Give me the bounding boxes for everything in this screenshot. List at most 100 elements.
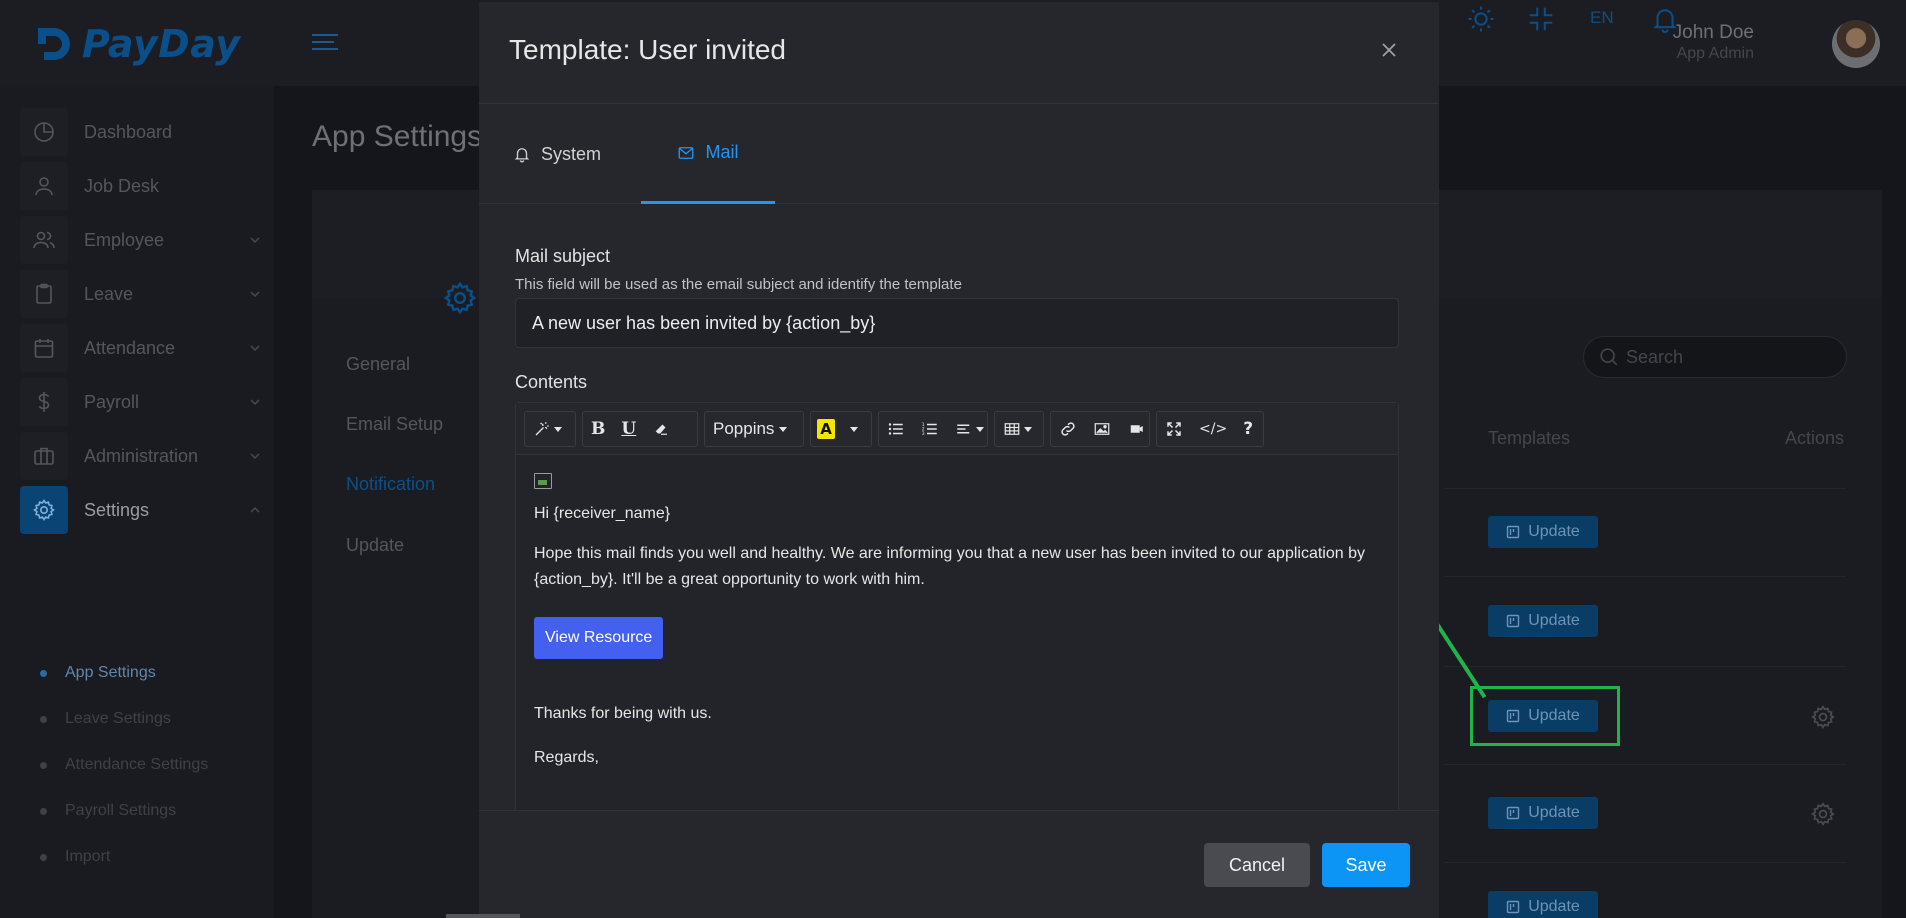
settings-gear-icon[interactable] <box>1810 801 1836 827</box>
update-button[interactable]: Update <box>1488 891 1598 918</box>
sidebar-item-attendance[interactable]: Attendance <box>20 324 270 372</box>
highlight-color-icon[interactable]: A <box>811 412 841 446</box>
view-group: </> ? <box>1156 411 1264 447</box>
settings-nav-email-setup[interactable]: Email Setup <box>346 414 443 435</box>
insert-group <box>1050 411 1150 447</box>
collapse-icon[interactable] <box>1526 4 1556 34</box>
settings-nav-notification[interactable]: Notification <box>346 474 435 495</box>
save-button[interactable]: Save <box>1322 843 1410 887</box>
settings-nav-general[interactable]: General <box>346 354 410 375</box>
avatar[interactable] <box>1832 20 1880 68</box>
sidebar-item-leave[interactable]: Leave <box>20 270 270 318</box>
submenu-item-label: Payroll Settings <box>65 802 177 819</box>
view-resource-button[interactable]: View Resource <box>534 617 664 659</box>
sidebar-item-settings[interactable]: Settings <box>20 486 270 534</box>
sidebar-item-employee[interactable]: Employee <box>20 216 270 264</box>
sidebar-item-payroll[interactable]: Payroll <box>20 378 270 426</box>
brand-name: PayDay <box>82 22 241 66</box>
broken-image-icon <box>534 473 552 489</box>
tab-label: System <box>541 143 602 164</box>
link-icon[interactable] <box>1051 412 1085 446</box>
chevron-down-icon <box>250 399 260 406</box>
settings-gear-icon[interactable] <box>1810 704 1836 730</box>
menu-toggle-icon[interactable] <box>312 34 338 54</box>
table-icon[interactable] <box>995 412 1040 446</box>
cancel-button[interactable]: Cancel <box>1204 843 1310 887</box>
mail-regards: Regards, <box>534 749 599 766</box>
search-icon <box>1600 348 1618 366</box>
chevron-down-icon <box>250 345 260 352</box>
submenu-item-app-settings[interactable]: App Settings <box>40 650 208 696</box>
help-icon[interactable]: ? <box>1235 412 1261 446</box>
table-row-divider <box>1444 576 1846 577</box>
sun-icon[interactable] <box>1466 4 1496 34</box>
briefcase-icon <box>20 432 68 480</box>
image-icon[interactable] <box>1085 412 1119 446</box>
modal-title: Template: User invited <box>509 34 787 65</box>
tab-system[interactable]: System <box>513 104 623 204</box>
settings-submenu: App Settings Leave Settings Attendance S… <box>40 650 208 880</box>
mail-greeting: Hi {receiver_name} <box>534 505 671 522</box>
magic-wand-icon[interactable] <box>525 412 570 446</box>
sidebar-item-label: Attendance <box>84 337 176 358</box>
eraser-icon[interactable] <box>644 412 678 446</box>
sidebar-item-label: Job Desk <box>84 175 160 196</box>
horizontal-scrollbar[interactable] <box>446 914 520 918</box>
sidebar-item-label: Dashboard <box>84 121 173 142</box>
svg-text:3: 3 <box>922 431 925 437</box>
submenu-item-attendance-settings[interactable]: Attendance Settings <box>40 742 208 788</box>
update-button[interactable]: Update <box>1488 516 1598 548</box>
fullscreen-icon[interactable] <box>1157 412 1191 446</box>
color-caret-icon[interactable] <box>841 412 864 446</box>
user-name[interactable]: John Doe <box>1673 22 1754 44</box>
sidebar-item-job-desk[interactable]: Job Desk <box>20 162 270 210</box>
update-button[interactable]: Update <box>1488 605 1598 637</box>
close-icon[interactable] <box>1379 40 1399 60</box>
column-header-actions: Actions <box>1785 428 1845 448</box>
chevron-down-icon <box>250 237 260 244</box>
annotation-highlight-box <box>1470 686 1620 746</box>
code-view-icon[interactable]: </> <box>1191 412 1235 446</box>
sidebar-item-dashboard[interactable]: Dashboard <box>20 108 270 156</box>
app-root: PayDay EN John Doe App Admin Dashboard J… <box>0 0 1906 918</box>
bell-icon <box>514 148 530 163</box>
sidebar-item-label: Settings <box>84 499 150 520</box>
video-icon[interactable] <box>1119 412 1153 446</box>
editor-content[interactable]: Hi {receiver_name} Hope this mail finds … <box>516 455 1398 803</box>
sidebar-item-label: Administration <box>84 445 199 466</box>
update-button-label: Update <box>1528 804 1580 821</box>
font-family-dropdown[interactable]: Poppins <box>704 411 804 447</box>
sidebar-item-label: Leave <box>84 283 134 304</box>
table-row-divider <box>1444 764 1846 765</box>
settings-nav-update[interactable]: Update <box>346 535 404 556</box>
mail-thanks: Thanks for being with us. <box>534 705 712 722</box>
users-icon <box>20 216 68 264</box>
underline-icon[interactable]: U <box>613 412 644 446</box>
update-button[interactable]: Update <box>1488 797 1598 829</box>
mail-subject-label: Mail subject <box>515 246 611 266</box>
app-logo[interactable]: PayDay <box>32 22 240 66</box>
submenu-item-payroll-settings[interactable]: Payroll Settings <box>40 788 208 834</box>
gear-icon <box>20 486 68 534</box>
template-icon <box>1507 806 1520 820</box>
editor-toolbar: B U Poppins A 1 2 3 </> ? <box>516 403 1398 455</box>
bullet-list-icon[interactable] <box>879 412 913 446</box>
bullet-dot <box>40 761 47 769</box>
chevron-down-icon <box>250 453 260 460</box>
contents-label: Contents <box>515 372 588 392</box>
submenu-item-label: Attendance Settings <box>65 756 209 773</box>
font-family-value: Poppins <box>713 419 775 438</box>
mail-subject-input[interactable]: A new user has been invited by {action_b… <box>515 298 1399 348</box>
align-icon[interactable] <box>947 412 992 446</box>
sidebar-item-administration[interactable]: Administration <box>20 432 270 480</box>
search-input[interactable]: Search <box>1583 336 1847 378</box>
template-icon <box>1507 900 1520 914</box>
clipboard-icon <box>20 270 68 318</box>
tab-mail[interactable]: Mail <box>641 104 775 204</box>
submenu-item-leave-settings[interactable]: Leave Settings <box>40 696 208 742</box>
language-selector[interactable]: EN <box>1590 8 1614 28</box>
table-row-divider <box>1444 862 1846 863</box>
submenu-item-import[interactable]: Import <box>40 834 208 880</box>
numbered-list-icon[interactable]: 123 <box>913 412 947 446</box>
bold-icon[interactable]: B <box>583 412 613 446</box>
